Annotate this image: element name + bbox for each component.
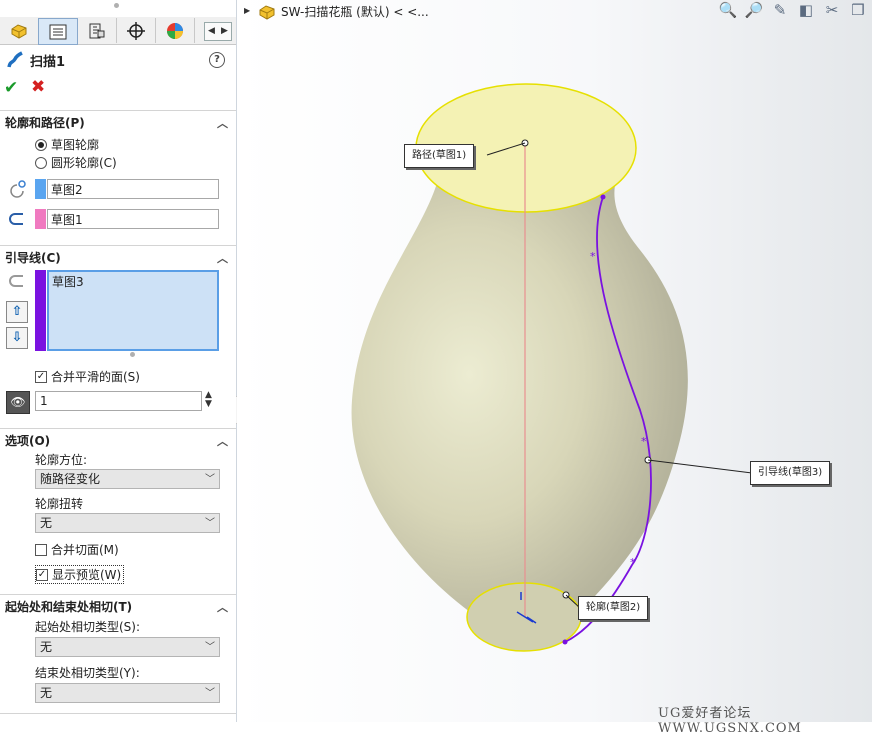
merge-smooth-faces-label: 合并平滑的面(S) [51, 370, 140, 384]
radio-button-icon[interactable] [35, 156, 47, 169]
arrow-up-icon: ⇧ [11, 304, 23, 319]
configuration-manager-tab[interactable] [78, 18, 117, 43]
dimxpert-manager-tab[interactable] [117, 18, 156, 43]
checkbox-checked-icon[interactable]: ✓ [35, 370, 47, 383]
radio-circle-profile-label: 圆形轮廓(C) [51, 156, 117, 170]
eye-icon: 👁 [10, 395, 26, 409]
collapse-chevron-icon[interactable]: ︿ [217, 115, 228, 131]
help-icon[interactable]: ? [209, 52, 225, 68]
section-tangency-title: 起始处和结束处相切(T) [5, 599, 133, 614]
arrow-down-icon: ⇩ [11, 330, 23, 345]
cancel-x-icon[interactable]: ✖ [31, 77, 45, 97]
chevron-down-icon[interactable]: ﹀ [205, 684, 215, 703]
move-down-button[interactable]: ⇩ [6, 327, 28, 349]
panel-grip[interactable] [114, 3, 119, 8]
guide-endpoint [600, 194, 606, 200]
list-resize-grip[interactable] [130, 352, 135, 357]
spin-down-icon[interactable]: ▼ [205, 400, 212, 409]
tab-scroll-right-icon[interactable]: ▶ [218, 23, 231, 40]
spin-arrows[interactable]: ▲ ▼ [205, 391, 212, 409]
profile-twist-dropdown[interactable]: 无 ﹀ [35, 513, 220, 533]
section-guide-curves-header[interactable]: 引导线(C) ︿ [0, 245, 236, 268]
radio-sketch-profile-label: 草图轮廓 [51, 138, 100, 152]
section-options-header[interactable]: 选项(O) ︿ [0, 428, 236, 451]
chevron-down-icon[interactable]: ﹀ [205, 638, 215, 657]
profile-callout[interactable]: 轮廓(草图2) [578, 596, 649, 620]
feature-manager-tab[interactable] [0, 18, 39, 43]
guide-list-item[interactable]: 草图3 [52, 273, 214, 290]
show-preview-label: 显示预览(W) [52, 568, 122, 582]
ok-check-icon[interactable]: ✔ [4, 78, 18, 98]
profile-selector-icon [10, 180, 26, 198]
checkbox-unchecked-icon[interactable] [35, 543, 47, 556]
section-profile-path-header[interactable]: 轮廓和路径(P) ︿ [0, 110, 236, 133]
guide-color-swatch [35, 270, 46, 351]
path-color-swatch [35, 209, 46, 229]
show-preview-checkbox[interactable]: ✓ 显示预览(W) [35, 565, 125, 584]
feature-title-text: 扫描1 [30, 54, 66, 70]
guide-endpoint [562, 639, 568, 645]
profile-selection-box[interactable]: 草图2 [47, 179, 219, 199]
chevron-down-icon[interactable]: ﹀ [205, 514, 215, 533]
profile-orientation-label: 轮廓方位: [35, 453, 88, 467]
show-sections-button[interactable]: 👁 [6, 391, 30, 414]
checkbox-checked-icon[interactable]: ✓ [36, 568, 48, 581]
watermark-text: UG爱好者论坛 WWW.UGSNX.COM [658, 706, 802, 736]
guide-curve-selector-icon [9, 275, 23, 287]
path-selector-icon [9, 213, 23, 225]
merge-tangent-faces-checkbox[interactable]: 合并切面(M) [35, 541, 119, 558]
guide-point-marker: * [590, 250, 596, 263]
section-tangency-header[interactable]: 起始处和结束处相切(T) ︿ [0, 594, 236, 617]
section-options-title: 选项(O) [5, 433, 51, 448]
section-divider [0, 713, 236, 714]
profile-twist-value: 无 [40, 516, 53, 530]
end-tangency-dropdown[interactable]: 无 ﹀ [35, 683, 220, 703]
section-guide-curves-title: 引导线(C) [5, 250, 61, 265]
chevron-down-icon[interactable]: ﹀ [205, 470, 215, 489]
radio-circle-profile[interactable]: 圆形轮廓(C) [35, 154, 117, 171]
guide-point-marker: * [641, 435, 647, 448]
property-manager-tab-icon [49, 24, 67, 39]
start-tangency-label: 起始处相切类型(S): [35, 620, 141, 634]
radio-button-icon[interactable] [35, 138, 47, 151]
property-manager-tab[interactable] [38, 18, 78, 45]
move-up-button[interactable]: ⇧ [6, 301, 28, 323]
configuration-manager-tab-icon [89, 23, 105, 38]
vase-model[interactable]: * * * [237, 0, 872, 722]
feature-title: 扫描1 [6, 50, 65, 70]
tab-scroll-left-icon[interactable]: ◀ [205, 23, 218, 40]
collapse-chevron-icon[interactable]: ︿ [217, 250, 228, 266]
profile-color-swatch [35, 179, 46, 199]
tab-scroll-arrows[interactable]: ◀ ▶ [204, 22, 232, 41]
radio-sketch-profile[interactable]: 草图轮廓 [35, 136, 99, 153]
sweep-feature-icon [7, 51, 23, 68]
guide-point-marker: * [630, 556, 636, 569]
guide-callout[interactable]: 引导线(草图3) [750, 461, 831, 485]
vase-body[interactable] [351, 180, 688, 612]
feature-manager-tab-icon [11, 23, 27, 39]
section-profile-path-title: 轮廓和路径(P) [5, 115, 85, 130]
display-manager-tab[interactable] [156, 18, 195, 43]
start-tangency-dropdown[interactable]: 无 ﹀ [35, 637, 220, 657]
path-selection-box[interactable]: 草图1 [47, 209, 219, 229]
merge-tangent-faces-label: 合并切面(M) [51, 543, 119, 557]
start-tangency-value: 无 [40, 640, 53, 654]
end-tangency-value: 无 [40, 686, 53, 700]
section-number-field[interactable]: 1 [35, 391, 202, 411]
manager-tab-bar: ◀ ▶ [0, 17, 236, 45]
end-tangency-label: 结束处相切类型(Y): [35, 666, 140, 680]
merge-smooth-faces-checkbox[interactable]: ✓ 合并平滑的面(S) [35, 368, 140, 385]
profile-orientation-value: 随路径变化 [40, 472, 101, 486]
path-callout[interactable]: 路径(草图1) [404, 144, 475, 168]
collapse-chevron-icon[interactable]: ︿ [217, 599, 228, 615]
profile-twist-label: 轮廓扭转 [35, 497, 84, 511]
display-manager-tab-icon [167, 22, 183, 39]
profile-orientation-dropdown[interactable]: 随路径变化 ﹀ [35, 469, 220, 489]
dimxpert-manager-tab-icon [127, 21, 145, 40]
guide-curves-list[interactable]: 草图3 [47, 270, 219, 351]
property-manager-panel: ◀ ▶ 扫描1 ? ✔ ✖ 轮廓和路径(P) ︿ 草图轮廓 圆形轮廓(C) 草图… [0, 0, 237, 722]
collapse-chevron-icon[interactable]: ︿ [217, 433, 228, 449]
